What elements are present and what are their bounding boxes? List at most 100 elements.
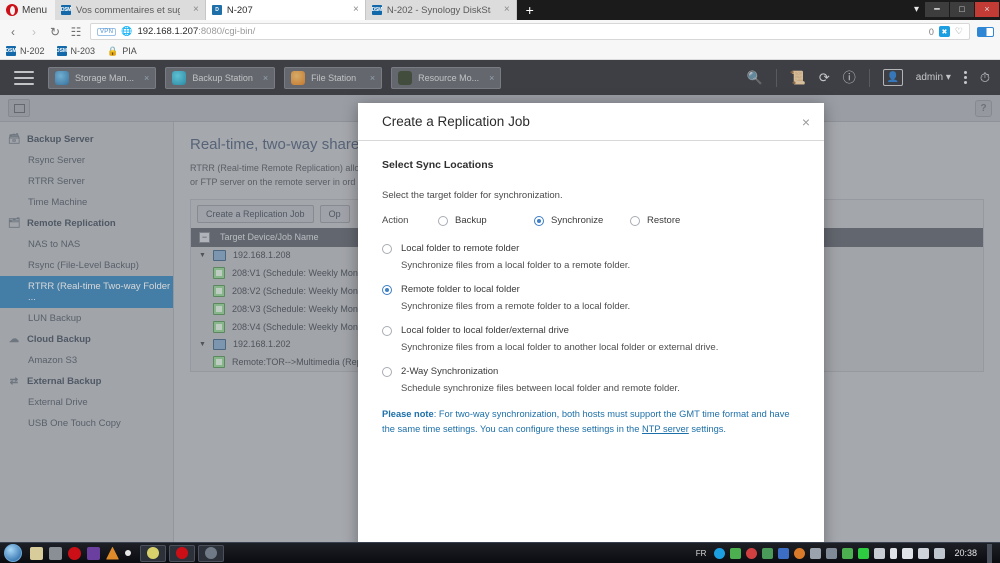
sync-option-local-to-local[interactable]: Local folder to local folder/external dr… [382, 325, 800, 353]
bookmark-pia[interactable]: 🔒 PIA [107, 46, 137, 57]
bookmark-n202[interactable]: DSM N-202 [6, 46, 45, 56]
sync-option-desc: Synchronize files from a remote folder t… [401, 301, 800, 312]
reload-icon[interactable]: ↻ [48, 25, 62, 39]
action-label: Action [382, 215, 438, 226]
bookmarks-bar: DSM N-202 DSM N-203 🔒 PIA [0, 43, 1000, 60]
radio-icon[interactable] [630, 216, 640, 226]
action-option-restore[interactable]: Restore [630, 215, 680, 226]
heart-icon[interactable]: ♡ [955, 26, 963, 37]
radio-icon-selected[interactable] [382, 285, 392, 295]
radio-icon[interactable] [382, 367, 392, 377]
sync-option-two-way[interactable]: 2-Way Synchronization Schedule synchroni… [382, 366, 800, 394]
new-tab-button[interactable]: + [517, 0, 543, 20]
battery-icon [977, 27, 994, 37]
sync-option-label: Local folder to remote folder [401, 243, 519, 254]
browser-tab-1[interactable]: D N-207 × [206, 0, 366, 20]
dialog-body: Select Sync Locations Select the target … [358, 141, 824, 527]
sync-option-label: Remote folder to local folder [401, 284, 520, 295]
browser-tab-0[interactable]: DSM Vos commentaires et sug... × [55, 0, 206, 20]
radio-icon[interactable] [382, 244, 392, 254]
vlc-icon[interactable] [106, 547, 119, 560]
tray-signal-icon[interactable] [934, 548, 945, 559]
small-icon[interactable] [125, 550, 131, 556]
tray-network-icon[interactable] [826, 548, 837, 559]
close-icon[interactable]: × [496, 5, 510, 15]
action-option-backup[interactable]: Backup [438, 215, 534, 226]
minimize-button[interactable]: ━ [925, 2, 949, 17]
browser-nav-bar: ‹ › ↻ ☷ VPN 🌐 192.168.1.207:8080/cgi-bin… [0, 20, 1000, 43]
blocked-count: 0 [929, 27, 934, 37]
tray-search-icon[interactable] [714, 548, 725, 559]
radio-icon[interactable] [382, 326, 392, 336]
dsm-bookmark-icon: DSM [57, 46, 67, 56]
tray-monitor-icon[interactable] [778, 548, 789, 559]
sync-option-local-to-remote[interactable]: Local folder to remote folder Synchroniz… [382, 243, 800, 271]
browser-tab-bar: Menu DSM Vos commentaires et sug... × D … [0, 0, 1000, 20]
maximize-button[interactable]: □ [950, 2, 974, 17]
note-text-before: : For two-way synchronization, both host… [382, 409, 790, 434]
window-controls: ▾ ━ □ × [914, 0, 1000, 18]
tray-display-icon[interactable] [874, 548, 885, 559]
taskbar-window-1[interactable] [140, 545, 166, 562]
browser-tab-2[interactable]: DSM N-202 - Synology DiskSta... × [366, 0, 517, 20]
app-icon[interactable] [87, 547, 100, 560]
create-replication-job-dialog: Create a Replication Job × Select Sync L… [358, 103, 824, 563]
tray-battery-icon[interactable] [890, 548, 897, 559]
sync-option-label: 2-Way Synchronization [401, 366, 498, 377]
language-indicator[interactable]: FR [696, 549, 707, 558]
back-icon[interactable]: ‹ [6, 25, 20, 39]
tray-firefox-icon[interactable] [794, 548, 805, 559]
close-icon[interactable]: × [185, 5, 199, 15]
section-description: Select the target folder for synchroniza… [382, 190, 800, 201]
show-desktop-button[interactable] [987, 544, 992, 563]
tray-volume-icon[interactable] [902, 548, 913, 559]
open-applications [140, 545, 224, 562]
lock-icon: 🔒 [107, 46, 118, 57]
folder-icon[interactable] [30, 547, 43, 560]
forward-icon[interactable]: › [27, 25, 41, 39]
sync-option-label: Local folder to local folder/external dr… [401, 325, 569, 336]
tray-mail-icon[interactable] [762, 548, 773, 559]
action-option-synchronize[interactable]: Synchronize [534, 215, 630, 226]
close-icon[interactable]: × [345, 5, 359, 15]
radio-icon[interactable] [438, 216, 448, 226]
tray-flag-icon[interactable] [918, 548, 929, 559]
action-option-label: Backup [455, 215, 487, 226]
start-button-icon[interactable] [4, 544, 22, 562]
sync-option-desc: Schedule synchronize files between local… [401, 383, 800, 394]
url-text: 192.168.1.207:8080/cgi-bin/ [137, 26, 255, 37]
taskbar-window-3[interactable] [198, 545, 224, 562]
ad-blocker-icon[interactable]: ✖ [939, 26, 950, 37]
vpn-badge-icon: VPN [97, 28, 116, 36]
opera-logo-icon [6, 4, 18, 16]
opera-menu-button[interactable]: Menu [0, 0, 55, 20]
screen: Menu DSM Vos commentaires et sug... × D … [0, 0, 1000, 563]
bookmark-n203[interactable]: DSM N-203 [57, 46, 96, 56]
opera-icon[interactable] [68, 547, 81, 560]
tray-shield-icon[interactable] [842, 548, 853, 559]
sync-option-remote-to-local[interactable]: Remote folder to local folder Synchroniz… [382, 284, 800, 312]
tray-umbrella-icon[interactable] [858, 548, 869, 559]
action-option-label: Restore [647, 215, 680, 226]
radio-icon-selected[interactable] [534, 216, 544, 226]
bookmark-label: PIA [122, 46, 137, 56]
system-tray: FR 20:38 [696, 544, 996, 563]
tray-sync-icon[interactable] [730, 548, 741, 559]
note-strong: Please note [382, 409, 434, 419]
dsm-favicon: D [212, 5, 222, 15]
globe-icon: 🌐 [121, 26, 132, 37]
dsm-favicon: DSM [372, 5, 382, 15]
close-icon[interactable]: × [802, 115, 810, 129]
ntp-server-link[interactable]: NTP server [642, 424, 689, 434]
section-title: Select Sync Locations [382, 159, 800, 171]
tray-alert-icon[interactable] [746, 548, 757, 559]
url-path: :8080/cgi-bin/ [198, 26, 255, 37]
address-bar[interactable]: VPN 🌐 192.168.1.207:8080/cgi-bin/ 0 ✖ ♡ [90, 23, 970, 40]
window-icon[interactable] [49, 547, 62, 560]
tray-cursor-icon[interactable] [810, 548, 821, 559]
speed-dial-icon[interactable]: ☷ [69, 25, 83, 39]
close-window-button[interactable]: × [975, 2, 999, 17]
taskbar-window-opera[interactable] [169, 545, 195, 562]
clock[interactable]: 20:38 [954, 548, 977, 558]
browser-tab-label: N-207 [227, 5, 253, 16]
